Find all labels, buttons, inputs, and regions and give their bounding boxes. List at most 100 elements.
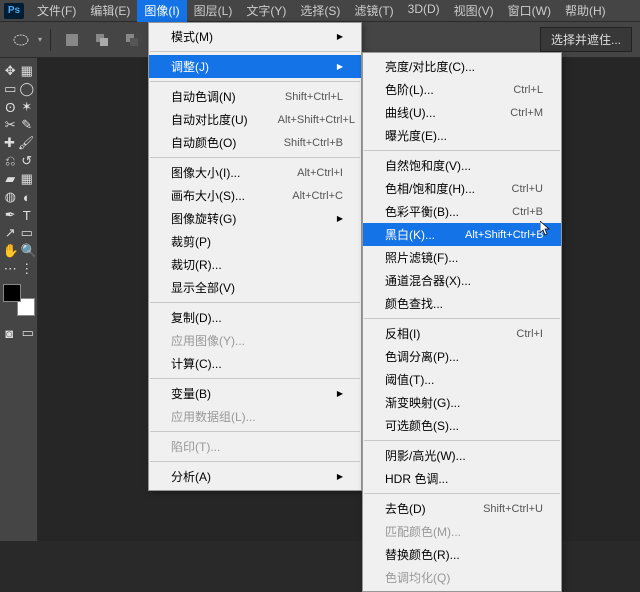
menu-item[interactable]: 调整(J) (149, 55, 361, 78)
crop-tool[interactable]: ✂ (3, 116, 18, 134)
menu-item[interactable]: 曲线(U)...Ctrl+M (363, 101, 561, 124)
path-tool[interactable]: ↗ (3, 224, 18, 242)
menu-item-label: 去色(D) (385, 500, 426, 517)
gradient-tool[interactable]: ▦ (20, 170, 35, 188)
menu-item-shortcut: Alt+Shift+Ctrl+B (465, 229, 544, 241)
menubar-item[interactable]: 选择(S) (293, 0, 347, 22)
menu-item[interactable]: 分析(A) (149, 465, 361, 488)
menu-item[interactable]: HDR 色调... (363, 467, 561, 490)
menu-item-label: 色阶(L)... (385, 81, 434, 98)
selection-new-icon[interactable] (59, 27, 85, 53)
menu-item[interactable]: 反相(I)Ctrl+I (363, 322, 561, 345)
select-and-mask-button[interactable]: 选择并遮住... (540, 27, 632, 52)
zoom-tool[interactable]: 🔍 (21, 242, 37, 260)
screenmode-icon[interactable]: ▭ (22, 324, 35, 342)
selection-add-icon[interactable] (89, 27, 115, 53)
menubar-item[interactable]: 图层(L) (187, 0, 240, 22)
menu-item[interactable]: 亮度/对比度(C)... (363, 55, 561, 78)
move-tool[interactable]: ✥ (3, 62, 18, 80)
more-tool[interactable]: ⋮ (20, 260, 35, 278)
app-logo: Ps (4, 3, 24, 19)
menubar-item[interactable]: 视图(V) (447, 0, 501, 22)
menubar-item[interactable]: 帮助(H) (558, 0, 613, 22)
shape-tool[interactable]: ▭ (20, 224, 35, 242)
blur-tool[interactable]: ◍ (3, 188, 18, 206)
menu-item-label: 亮度/对比度(C)... (385, 58, 475, 75)
menu-item-shortcut: Shift+Ctrl+U (483, 503, 543, 515)
history-brush-tool[interactable]: ↺ (20, 152, 35, 170)
menu-item[interactable]: 图像大小(I)...Alt+Ctrl+I (149, 161, 361, 184)
brush-tool[interactable]: 🖌 (18, 134, 34, 152)
menu-item[interactable]: 黑白(K)...Alt+Shift+Ctrl+B (363, 223, 561, 246)
menu-item-label: 裁切(R)... (171, 256, 222, 273)
menu-item[interactable]: 照片滤镜(F)... (363, 246, 561, 269)
menubar-item[interactable]: 3D(D) (401, 0, 447, 22)
menu-item[interactable]: 裁剪(P) (149, 230, 361, 253)
menu-item-label: 替换颜色(R)... (385, 546, 460, 563)
pen-tool[interactable]: ✒ (3, 206, 18, 224)
foreground-color-swatch[interactable] (3, 284, 21, 302)
image-menu: 模式(M) 调整(J) 自动色调(N)Shift+Ctrl+L自动对比度(U)Alt… (148, 22, 362, 491)
menu-item[interactable]: 模式(M) (149, 25, 361, 48)
menu-item-shortcut: Ctrl+L (513, 84, 543, 96)
menu-item[interactable]: 色彩平衡(B)... Ctrl+B (363, 200, 561, 223)
eyedropper-tool[interactable]: ✎ (20, 116, 35, 134)
menu-item[interactable]: 可选颜色(S)... (363, 414, 561, 437)
clone-tool[interactable]: ⎌ (3, 152, 18, 170)
menu-item[interactable]: 通道混合器(X)... (363, 269, 561, 292)
options-tool[interactable]: ⋯ (3, 260, 18, 278)
menu-item[interactable]: 自动对比度(U)Alt+Shift+Ctrl+L (149, 108, 361, 131)
menu-item[interactable]: 裁切(R)... (149, 253, 361, 276)
menu-item-label: 可选颜色(S)... (385, 417, 459, 434)
menu-item-label: 自动对比度(U) (171, 111, 248, 128)
menu-item-label: 阈值(T)... (385, 371, 434, 388)
menu-item-label: 模式(M) (171, 28, 213, 45)
menubar-item[interactable]: 窗口(W) (501, 0, 558, 22)
menu-item[interactable]: 曝光度(E)... (363, 124, 561, 147)
menu-item[interactable]: 色相/饱和度(H)...Ctrl+U (363, 177, 561, 200)
menu-item[interactable]: 阈值(T)... (363, 368, 561, 391)
menu-item-label: 色彩平衡(B)... (385, 203, 459, 220)
menu-item[interactable]: 渐变映射(G)... (363, 391, 561, 414)
tool-preset-icon[interactable] (8, 27, 34, 53)
menubar-item[interactable]: 文字(Y) (239, 0, 293, 22)
menubar-item[interactable]: 文件(F) (30, 0, 83, 22)
tools-panel: ✥▦▭◯ʘ✶✂✎✚🖌⎌↺▰▦◍◐✒T↗▭✋🔍⋯⋮ ◙ ▭ (0, 58, 38, 541)
menu-item[interactable]: 图像旋转(G) (149, 207, 361, 230)
color-swatches[interactable] (3, 284, 35, 316)
menu-item[interactable]: 阴影/高光(W)... (363, 444, 561, 467)
menu-item[interactable]: 复制(D)... (149, 306, 361, 329)
type-tool[interactable]: T (20, 206, 35, 224)
menubar-item[interactable]: 图像(I) (137, 0, 186, 22)
menu-item-shortcut: Ctrl+B (512, 206, 543, 218)
hand-tool[interactable]: ✋ (3, 242, 19, 260)
dodge-tool[interactable]: ◐ (20, 188, 35, 206)
menu-item[interactable]: 色调分离(P)... (363, 345, 561, 368)
artboard-tool[interactable]: ▦ (20, 62, 35, 80)
menu-item[interactable]: 显示全部(V) (149, 276, 361, 299)
menu-item[interactable]: 去色(D) Shift+Ctrl+U (363, 497, 561, 520)
menu-item[interactable]: 计算(C)... (149, 352, 361, 375)
menu-item[interactable]: 变量(B) (149, 382, 361, 405)
eraser-tool[interactable]: ▰ (3, 170, 18, 188)
lasso-ellipse-tool[interactable]: ◯ (19, 80, 34, 98)
menu-item[interactable]: 画布大小(S)...Alt+Ctrl+C (149, 184, 361, 207)
menu-item-shortcut: Shift+Ctrl+B (284, 137, 343, 149)
menu-item[interactable]: 自动颜色(O)Shift+Ctrl+B (149, 131, 361, 154)
menubar-item[interactable]: 编辑(E) (83, 0, 137, 22)
menu-item[interactable]: 色阶(L)... Ctrl+L (363, 78, 561, 101)
lasso-tool[interactable]: ʘ (3, 98, 18, 116)
menu-item[interactable]: 自动色调(N)Shift+Ctrl+L (149, 85, 361, 108)
lasso-rect-tool[interactable]: ▭ (3, 80, 17, 98)
menu-item[interactable]: 自然饱和度(V)... (363, 154, 561, 177)
menubar-item[interactable]: 滤镜(T) (347, 0, 400, 22)
menu-item-label: 自然饱和度(V)... (385, 157, 471, 174)
menu-item[interactable]: 替换颜色(R)... (363, 543, 561, 566)
quickmask-icon[interactable]: ◙ (3, 324, 16, 342)
menu-item-label: 曲线(U)... (385, 104, 436, 121)
magic-wand-tool[interactable]: ✶ (20, 98, 35, 116)
menu-item-label: 图像大小(I)... (171, 164, 240, 181)
spot-heal-tool[interactable]: ✚ (3, 134, 16, 152)
menu-item[interactable]: 颜色查找... (363, 292, 561, 315)
selection-subtract-icon[interactable] (119, 27, 145, 53)
